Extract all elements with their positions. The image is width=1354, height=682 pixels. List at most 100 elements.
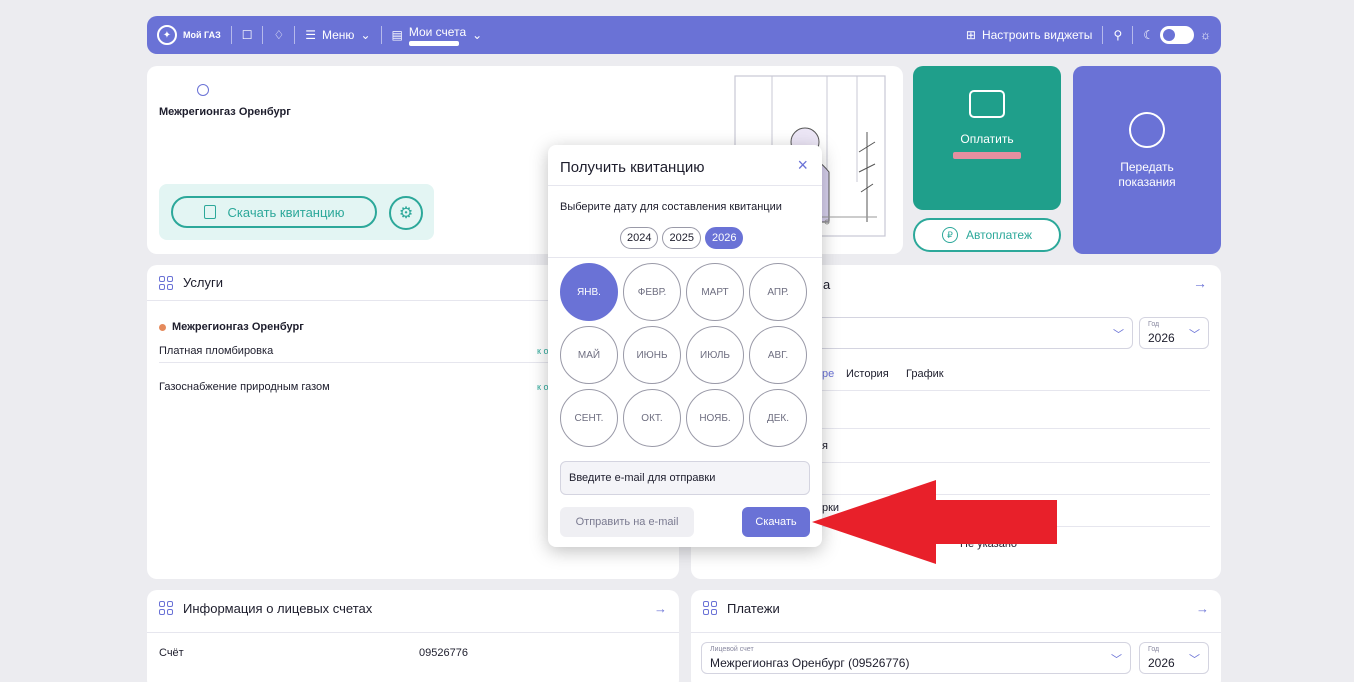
meter-row-text: я <box>822 440 828 452</box>
download-button[interactable]: Скачать <box>742 507 810 537</box>
month-option[interactable]: МАРТ <box>686 263 744 321</box>
divider <box>691 632 1221 633</box>
year-select-label: Год <box>1148 646 1160 653</box>
divider <box>816 390 1210 391</box>
location-button[interactable]: ⚲ <box>1103 16 1132 54</box>
chat-icon: ☐ <box>241 28 253 42</box>
month-option[interactable]: АВГ. <box>749 326 807 384</box>
accounts-header: Информация о лицевых счетах → <box>147 590 679 626</box>
chevron-down-icon: ﹀ <box>1189 329 1200 341</box>
payments-card: Платежи → Лицевой счет Межрегионгаз Орен… <box>691 590 1221 682</box>
flame-icon: ✦ <box>157 25 177 45</box>
month-option[interactable]: СЕНТ. <box>560 389 618 447</box>
redacted-account <box>408 40 459 46</box>
month-option[interactable]: ИЮЛЬ <box>686 326 744 384</box>
divider <box>548 185 822 186</box>
account-icon: ▤ <box>391 28 403 42</box>
widgets-label: Настроить виджеты <box>981 28 1093 42</box>
accounts-label: Мои счета <box>408 24 467 39</box>
month-option[interactable]: ФЕВР. <box>623 263 681 321</box>
sun-icon: ☼ <box>1200 28 1211 42</box>
arrow-right-icon[interactable]: → <box>654 601 667 616</box>
ruble-icon: ₽ <box>942 227 958 243</box>
year-option[interactable]: 2025 <box>662 227 701 249</box>
configure-widgets-button[interactable]: ⊞ Настроить виджеты <box>956 16 1103 54</box>
personal-account-label: Лицевой счет <box>710 646 754 653</box>
moon-icon: ☾ <box>1143 28 1154 42</box>
verified-icon <box>197 84 209 96</box>
divider <box>816 428 1210 429</box>
tab-current[interactable]: ре <box>822 368 834 380</box>
status-dot <box>159 323 166 331</box>
arrow-right-icon[interactable]: → <box>1193 275 1207 291</box>
widgets-icon: ⊞ <box>965 28 976 42</box>
pay-tile[interactable]: Оплатить <box>913 66 1061 210</box>
settings-button[interactable]: ⚙ <box>389 196 423 230</box>
dialog-title: Получить квитанцию <box>560 159 705 176</box>
pin-icon: ⚲ <box>1113 28 1123 42</box>
arrow-right-icon[interactable]: → <box>1196 601 1209 616</box>
personal-account-value: Межрегионгаз Оренбург (09526776) <box>710 656 910 670</box>
tab-history[interactable]: История <box>846 368 889 380</box>
services-provider-name: Межрегионгаз Оренбург <box>172 321 304 333</box>
accounts-info-card: Информация о лицевых счетах → Счёт 09526… <box>147 590 679 682</box>
divider <box>548 257 822 258</box>
close-icon[interactable]: × <box>797 155 808 176</box>
month-option[interactable]: ИЮНЬ <box>623 326 681 384</box>
month-option[interactable]: НОЯБ. <box>686 389 744 447</box>
email-input[interactable] <box>560 461 810 495</box>
chevron-down-icon: ﹀ <box>1111 654 1122 666</box>
service-name: Платная пломбировка <box>159 344 274 357</box>
theme-switch[interactable]: ☾ ☼ <box>1133 16 1221 54</box>
menu-dropdown[interactable]: ☰ Меню ⌄ <box>295 16 380 54</box>
payments-year-select[interactable]: Год 2026 ﹀ <box>1139 642 1209 674</box>
autopay-label: Автоплатеж <box>966 228 1032 242</box>
logo-text: Мой ГАЗ <box>183 30 221 40</box>
notifications-button[interactable]: ♢ <box>263 16 294 54</box>
download-receipt-button[interactable]: Скачать квитанцию <box>171 196 377 228</box>
accounts-label-wrap: Мои счета <box>408 24 467 46</box>
chevron-down-icon: ⌄ <box>472 28 483 42</box>
gear-icon: ⚙ <box>398 205 414 222</box>
grid-icon <box>703 601 717 615</box>
submit-readings-tile[interactable]: Передать показания <box>1073 66 1221 254</box>
dialog-subtitle: Выберите дату для составления квитанции <box>560 201 782 213</box>
services-provider: Межрегионгаз Оренбург <box>159 321 304 333</box>
accounts-title: Информация о лицевых счетах <box>183 600 373 616</box>
download-panel: Скачать квитанцию ⚙ <box>159 184 434 240</box>
gauge-icon <box>1129 112 1165 148</box>
send-email-button[interactable]: Отправить на e-mail <box>560 507 694 537</box>
theme-toggle[interactable] <box>1160 26 1194 44</box>
meter-select[interactable]: ﹀ <box>811 317 1133 349</box>
year-option-selected[interactable]: 2026 <box>704 227 744 249</box>
logo[interactable]: ✦ Мой ГАЗ <box>147 16 231 54</box>
payments-header: Платежи → <box>691 590 1221 626</box>
top-navbar: ✦ Мой ГАЗ ☐ ♢ ☰ Меню ⌄ ▤ Мои счета ⌄ ⊞ Н… <box>147 16 1221 54</box>
month-option[interactable]: АПР. <box>749 263 807 321</box>
month-option[interactable]: ОКТ. <box>623 389 681 447</box>
month-grid: ЯНВ. ФЕВР. МАРТ АПР. МАЙ ИЮНЬ ИЮЛЬ АВГ. … <box>560 263 810 447</box>
tab-chart[interactable]: График <box>906 368 944 380</box>
redacted-amount <box>953 152 1021 159</box>
divider <box>147 632 679 633</box>
card-tap-icon <box>969 90 1005 118</box>
month-option[interactable]: ДЕК. <box>749 389 807 447</box>
divider <box>816 462 1210 463</box>
chevron-down-icon: ⌄ <box>360 28 371 42</box>
document-download-icon <box>203 205 216 219</box>
month-option[interactable]: МАЙ <box>560 326 618 384</box>
grid-icon <box>159 275 173 290</box>
year-select[interactable]: Год 2026 ﹀ <box>1139 317 1209 349</box>
autopay-button[interactable]: ₽ Автоплатеж <box>913 218 1061 252</box>
personal-account-select[interactable]: Лицевой счет Межрегионгаз Оренбург (0952… <box>701 642 1131 674</box>
year-select-label: Год <box>1148 321 1160 328</box>
menu-label: Меню <box>322 28 355 42</box>
chat-button[interactable]: ☐ <box>232 16 263 54</box>
accounts-dropdown[interactable]: ▤ Мои счета ⌄ <box>382 16 493 54</box>
red-arrow-annotation <box>812 480 1057 564</box>
year-option[interactable]: 2024 <box>620 227 659 249</box>
service-name: Газоснабжение природным газом <box>159 381 330 393</box>
month-option-selected[interactable]: ЯНВ. <box>560 263 618 321</box>
grid-icon <box>159 601 173 615</box>
submit-readings-label: Передать показания <box>1118 160 1176 189</box>
